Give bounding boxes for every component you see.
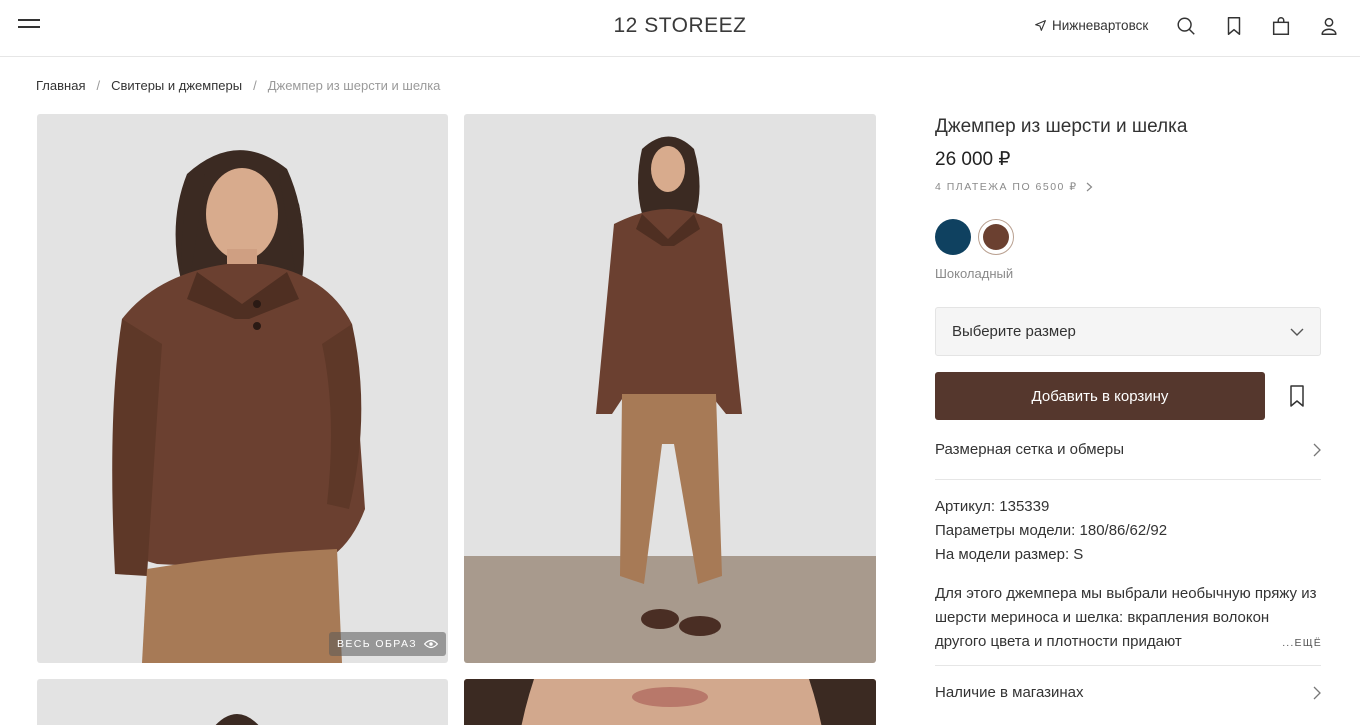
model-params: Параметры модели: 180/86/62/92 xyxy=(935,522,1168,539)
breadcrumb-current: Джемпер из шерсти и шелка xyxy=(267,78,441,93)
installments-link[interactable]: 4 ПЛАТЕЖА ПО 6500 ₽ xyxy=(935,181,1093,193)
shopping-bag-icon[interactable] xyxy=(1270,15,1292,37)
site-header: 12 STOREEZ Нижневартовск xyxy=(0,0,1360,57)
divider xyxy=(935,665,1321,666)
breadcrumb-category[interactable]: Свитеры и джемперы xyxy=(111,78,242,93)
color-swatch-blue[interactable] xyxy=(935,219,971,255)
eye-icon xyxy=(423,639,438,649)
menu-icon[interactable] xyxy=(18,17,40,35)
breadcrumb-home[interactable]: Главная xyxy=(36,78,85,93)
full-look-label: ВЕСЬ ОБРАЗ xyxy=(337,638,417,650)
product-photo-4[interactable] xyxy=(464,679,876,725)
chevron-right-icon xyxy=(1086,182,1092,192)
chevron-right-icon xyxy=(1313,686,1321,699)
product-title: Джемпер из шерсти и шелка xyxy=(935,116,1188,137)
logo-text[interactable]: 12 STOREEZ xyxy=(614,14,747,37)
user-icon[interactable] xyxy=(1318,15,1340,37)
search-icon[interactable] xyxy=(1175,15,1197,37)
size-select[interactable]: Выберите размер xyxy=(935,307,1321,356)
read-more-link[interactable]: ...ЕЩЁ xyxy=(1270,634,1322,654)
city-selector[interactable]: Нижневартовск xyxy=(1034,18,1148,33)
bookmark-icon[interactable] xyxy=(1223,15,1245,37)
size-chart-label: Размерная сетка и обмеры xyxy=(935,441,1125,458)
breadcrumb-separator: / xyxy=(253,78,257,93)
city-name: Нижневартовск xyxy=(1052,18,1149,33)
favorite-bookmark-icon[interactable] xyxy=(1285,383,1309,409)
store-availability-link[interactable]: Наличие в магазинах xyxy=(935,684,1321,701)
breadcrumb: Главная / Свитеры и джемперы / Джемпер и… xyxy=(36,78,440,93)
product-photo-3[interactable] xyxy=(37,679,448,725)
product-description: Для этого джемпера мы выбрали необычную … xyxy=(935,585,1317,650)
product-photo-fullbody[interactable] xyxy=(464,114,876,663)
product-price: 26 000 ₽ xyxy=(935,149,1011,170)
site-logo: 12 STOREEZ xyxy=(0,14,1360,38)
article-number: Артикул: 135339 xyxy=(935,498,1050,515)
store-availability-label: Наличие в магазинах xyxy=(935,684,1084,701)
installments-label: 4 ПЛАТЕЖА ПО 6500 ₽ xyxy=(935,181,1078,193)
breadcrumb-separator: / xyxy=(96,78,101,93)
model-size: На модели размер: S xyxy=(935,546,1084,563)
chevron-right-icon xyxy=(1313,443,1321,456)
add-to-cart-button[interactable]: Добавить в корзину xyxy=(935,372,1265,420)
size-chart-link[interactable]: Размерная сетка и обмеры xyxy=(935,441,1321,458)
selected-color-name: Шоколадный xyxy=(935,266,1014,281)
location-arrow-icon xyxy=(1035,20,1046,31)
chevron-down-icon xyxy=(1290,328,1304,336)
product-photo-closeup[interactable]: ВЕСЬ ОБРАЗ xyxy=(37,114,448,663)
size-select-placeholder: Выберите размер xyxy=(952,323,1076,340)
full-look-badge[interactable]: ВЕСЬ ОБРАЗ xyxy=(329,632,446,656)
color-swatch-chocolate[interactable] xyxy=(978,219,1014,255)
divider xyxy=(935,479,1321,480)
